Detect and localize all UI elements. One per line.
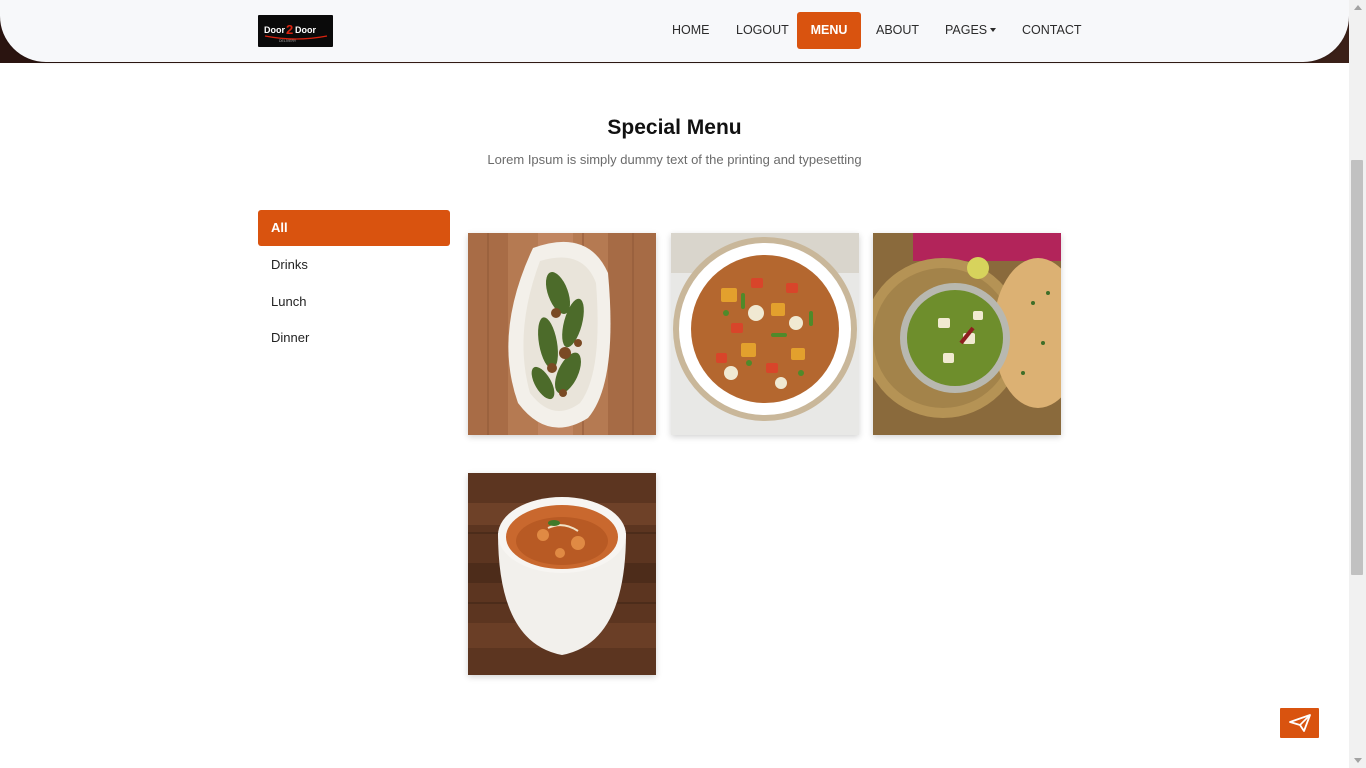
nav-contact[interactable]: CONTACT [1022,12,1082,49]
mixed-veg-curry-image [671,233,859,435]
section-title: Special Menu [607,116,742,139]
filter-all[interactable]: All [258,210,450,246]
filter-dinner[interactable]: Dinner [258,320,450,356]
menu-item-card[interactable] [468,473,656,675]
svg-text:Door: Door [295,25,316,35]
palak-paneer-image [873,233,1061,435]
nav-about[interactable]: ABOUT [876,12,919,49]
send-button[interactable] [1280,708,1319,738]
okra-dish-image [468,233,656,435]
section-subtitle: Lorem Ipsum is simply dummy text of the … [487,152,862,167]
navbar: Door 2 Door DELIVERY HOME LOGOUT MENU AB… [0,0,1349,62]
nav-home[interactable]: HOME [672,12,710,49]
paneer-butter-masala-image [468,473,656,675]
vertical-scrollbar[interactable] [1349,0,1366,768]
category-filters: All Drinks Lunch Dinner [258,210,450,357]
scroll-down-icon[interactable] [1354,758,1362,763]
filter-lunch[interactable]: Lunch [258,284,450,320]
nav-logout[interactable]: LOGOUT [736,12,789,49]
scroll-thumb[interactable] [1351,160,1363,575]
caret-down-icon [990,27,997,32]
svg-text:Door: Door [264,25,285,35]
brand-logo[interactable]: Door 2 Door DELIVERY [258,15,333,47]
svg-text:DELIVERY: DELIVERY [279,39,297,43]
svg-text:2: 2 [286,22,293,37]
nav-menu[interactable]: MENU [797,12,861,49]
menu-item-card[interactable] [873,233,1061,435]
menu-item-card[interactable] [671,233,859,435]
nav-pages-dropdown[interactable]: PAGES [945,12,997,49]
filter-drinks[interactable]: Drinks [258,247,450,283]
menu-item-card[interactable] [468,233,656,435]
nav-pages-label: PAGES [945,23,988,37]
scroll-up-icon[interactable] [1354,5,1362,10]
paper-plane-icon [1288,714,1311,732]
